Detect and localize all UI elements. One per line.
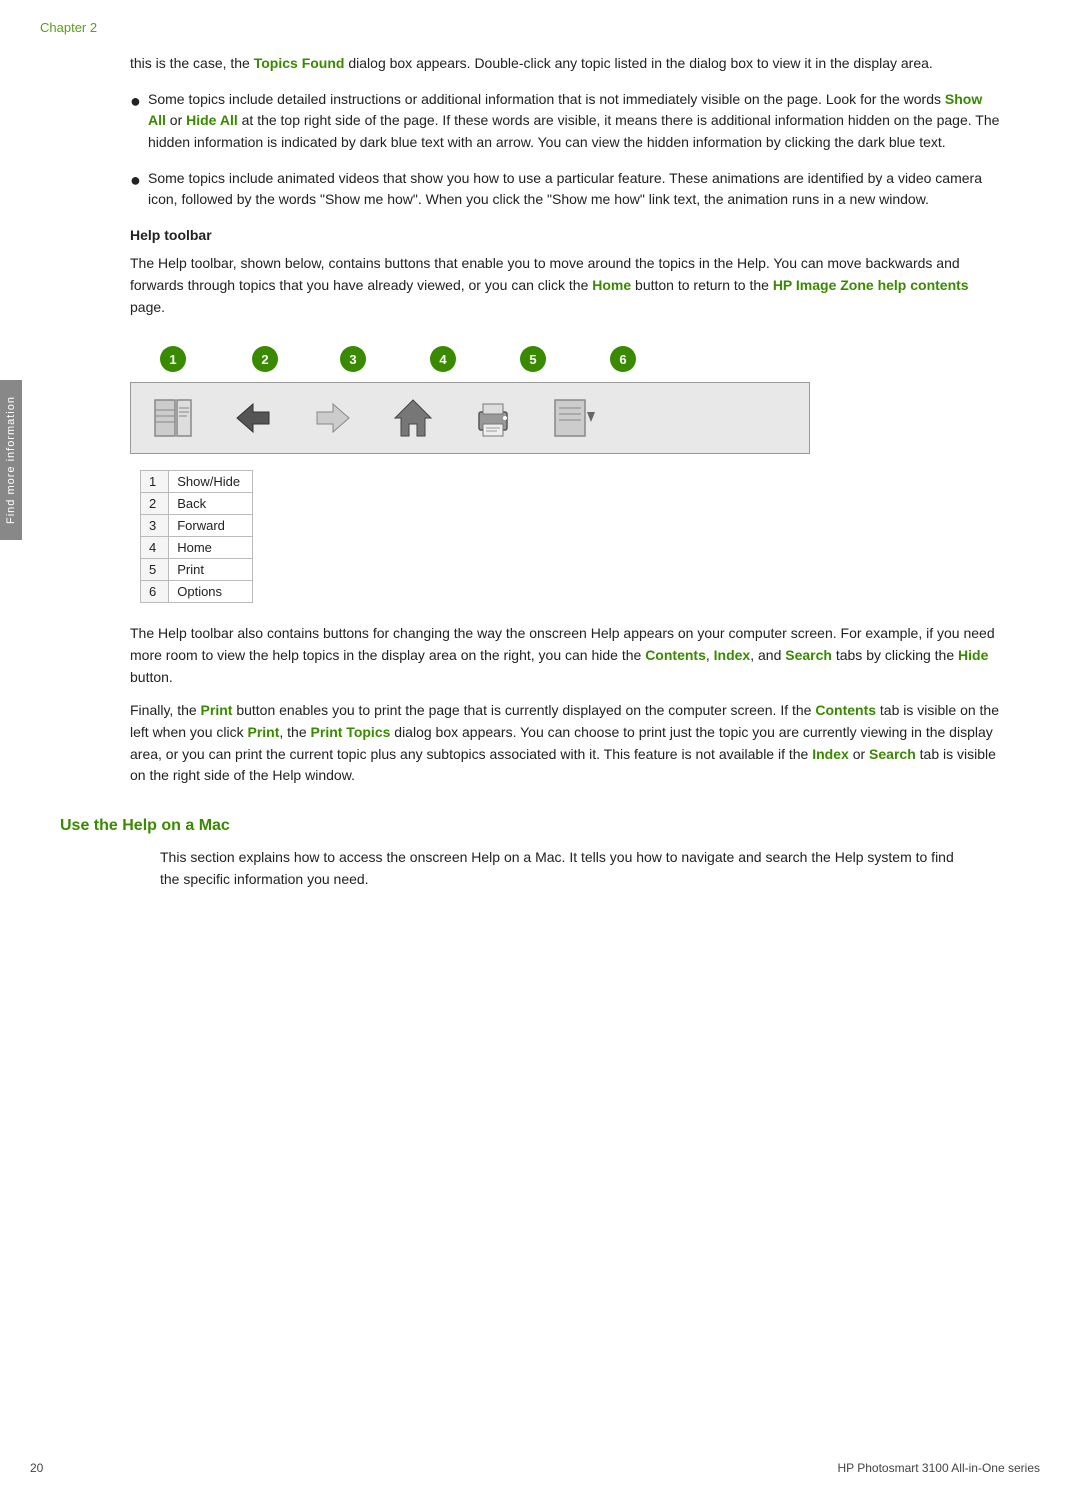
callout-3: 3 <box>340 346 366 372</box>
index-link2[interactable]: Index <box>812 746 849 762</box>
callout-6: 6 <box>610 346 636 372</box>
bullet-dot: ● <box>130 92 148 110</box>
toolbar-icon-showhide <box>147 392 199 444</box>
footer-product: HP Photosmart 3100 All-in-One series <box>837 1461 1040 1475</box>
toolbar-icon-options <box>547 392 599 444</box>
print-topics-link[interactable]: Print Topics <box>311 724 391 740</box>
contents-link[interactable]: Contents <box>645 647 706 663</box>
help-toolbar-para3: Finally, the Print button enables you to… <box>130 700 1000 787</box>
legend-num-4: 4 <box>141 537 169 559</box>
print-link2[interactable]: Print <box>248 724 280 740</box>
contents-link2[interactable]: Contents <box>815 702 876 718</box>
intro-text: this is the case, the <box>130 55 250 71</box>
toolbar-icon-print <box>467 392 519 444</box>
page-footer: 20 HP Photosmart 3100 All-in-One series <box>30 1461 1040 1475</box>
legend-label-1: Show/Hide <box>169 471 253 493</box>
topics-found-link[interactable]: Topics Found <box>254 55 345 71</box>
callout-5: 5 <box>520 346 546 372</box>
toolbar-icon-back <box>227 392 279 444</box>
bullet-text-2: Some topics include animated videos that… <box>148 168 1000 211</box>
intro-section: this is the case, the Topics Found dialo… <box>130 53 1000 211</box>
intro-rest: dialog box appears. Double-click any top… <box>348 55 932 71</box>
footer-page-number: 20 <box>30 1461 43 1475</box>
legend-num-3: 3 <box>141 515 169 537</box>
legend-row-5: 5 Print <box>141 559 253 581</box>
legend-label-2: Back <box>169 493 253 515</box>
toolbar-icon-forward <box>307 392 359 444</box>
callouts-row: 1 2 3 4 5 6 <box>130 338 810 378</box>
toolbar-diagram: 1 2 3 4 5 6 <box>130 338 1000 603</box>
legend-table: 1 Show/Hide 2 Back 3 Forward 4 <box>140 470 253 603</box>
mac-section: Use the Help on a Mac This section expla… <box>60 817 1000 890</box>
legend-label-5: Print <box>169 559 253 581</box>
toolbar-box <box>130 382 810 454</box>
help-toolbar-para2: The Help toolbar also contains buttons f… <box>130 623 1000 688</box>
legend-label-4: Home <box>169 537 253 559</box>
home-link[interactable]: Home <box>592 277 631 293</box>
legend-row-3: 3 Forward <box>141 515 253 537</box>
toolbar-icon-home <box>387 392 439 444</box>
legend-row-6: 6 Options <box>141 581 253 603</box>
callout-1: 1 <box>160 346 186 372</box>
help-toolbar-heading: Help toolbar <box>130 227 1000 243</box>
legend-row-4: 4 Home <box>141 537 253 559</box>
list-item: ● Some topics include detailed instructi… <box>130 89 1000 154</box>
legend-label-6: Options <box>169 581 253 603</box>
search-link[interactable]: Search <box>785 647 832 663</box>
bullet-dot: ● <box>130 171 148 189</box>
intro-para: this is the case, the Topics Found dialo… <box>130 53 1000 75</box>
sidebar-tab: Find more information <box>0 380 22 540</box>
callout-4: 4 <box>430 346 456 372</box>
sidebar-label: Find more information <box>5 396 17 524</box>
hp-image-zone-link[interactable]: HP Image Zone help contents <box>773 277 969 293</box>
index-link[interactable]: Index <box>714 647 751 663</box>
mac-section-body: This section explains how to access the … <box>160 847 960 890</box>
mac-section-heading: Use the Help on a Mac <box>60 817 1000 835</box>
legend-label-3: Forward <box>169 515 253 537</box>
legend-num-6: 6 <box>141 581 169 603</box>
page-container: Find more information Chapter 2 this is … <box>0 0 1080 1495</box>
bullet-text-1: Some topics include detailed instruction… <box>148 89 1000 154</box>
search-link2[interactable]: Search <box>869 746 916 762</box>
legend-row-2: 2 Back <box>141 493 253 515</box>
show-all-link[interactable]: Show All <box>148 91 982 129</box>
bullet-list: ● Some topics include detailed instructi… <box>130 89 1000 211</box>
callout-2: 2 <box>252 346 278 372</box>
legend-num-1: 1 <box>141 471 169 493</box>
chapter-header: Chapter 2 <box>40 20 1040 35</box>
content-area: Chapter 2 this is the case, the Topics F… <box>30 0 1040 942</box>
hide-all-link[interactable]: Hide All <box>186 112 238 128</box>
mac-section-para: This section explains how to access the … <box>160 847 960 890</box>
legend-row-1: 1 Show/Hide <box>141 471 253 493</box>
chapter-label: Chapter 2 <box>40 20 97 35</box>
print-link[interactable]: Print <box>201 702 233 718</box>
legend-num-2: 2 <box>141 493 169 515</box>
list-item: ● Some topics include animated videos th… <box>130 168 1000 211</box>
legend-num-5: 5 <box>141 559 169 581</box>
hide-link[interactable]: Hide <box>958 647 988 663</box>
help-toolbar-para1: The Help toolbar, shown below, contains … <box>130 253 1000 318</box>
help-toolbar-section: Help toolbar The Help toolbar, shown bel… <box>130 227 1000 787</box>
